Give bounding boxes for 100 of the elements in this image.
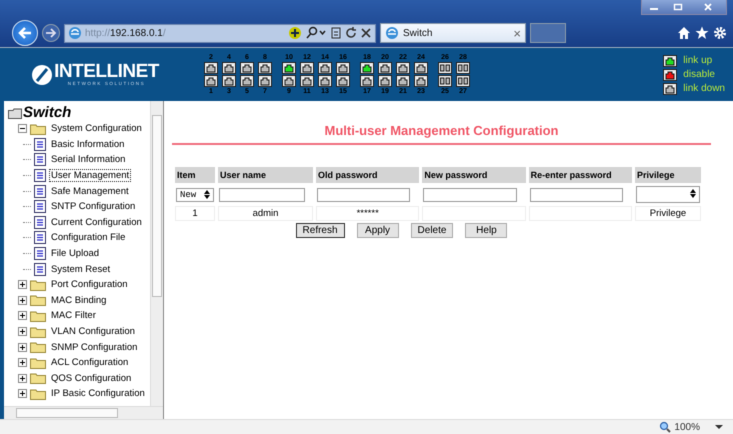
forward-button[interactable] [42,24,60,42]
tab-close-button[interactable]: × [513,26,521,40]
tree-item[interactable]: MAC Binding [49,294,108,307]
action-button[interactable]: Delete [410,223,454,238]
expand-icon[interactable] [18,389,27,398]
tree-item[interactable]: Basic Information [49,138,126,151]
action-button[interactable]: Help [465,223,508,238]
ethernet-port-icon[interactable] [378,62,392,74]
input-field[interactable] [530,188,623,202]
ethernet-port-icon[interactable] [258,75,272,87]
item-select[interactable]: New [176,188,214,202]
expand-icon[interactable] [18,280,27,290]
ethernet-port-icon[interactable] [258,62,272,74]
port-status-icon [663,82,678,94]
tree-item[interactable]: Safe Management [49,184,131,198]
vertical-scrollbar[interactable] [150,101,163,407]
ethernet-port-icon[interactable] [240,75,254,87]
ethernet-port-icon[interactable] [282,62,296,74]
input-field[interactable] [317,188,410,202]
stop-icon[interactable] [360,26,372,40]
minimize-button[interactable] [642,0,666,14]
ethernet-port-icon[interactable] [318,62,332,74]
collapse-icon[interactable] [18,124,27,134]
ethernet-port-icon[interactable] [282,75,296,87]
fiber-port-icon[interactable] [438,75,452,87]
home-icon[interactable] [677,26,691,40]
ethernet-port-icon[interactable] [300,62,314,74]
settings-icon[interactable] [713,26,727,40]
folder-icon [8,108,22,118]
address-bar[interactable]: http://192.168.0.1/ [64,24,376,42]
logo-mark-icon [31,64,54,86]
input-field[interactable] [423,188,517,202]
close-button[interactable] [690,0,726,14]
refresh-icon[interactable] [345,26,357,40]
input-field[interactable] [219,188,305,202]
tree-item[interactable]: Current Configuration [49,216,144,229]
ethernet-port-icon[interactable] [360,75,374,87]
tree-item[interactable]: SNTP Configuration [49,200,138,214]
search-icon[interactable] [305,26,327,40]
tree-item[interactable]: MAC Filter [49,309,98,322]
back-button[interactable] [12,20,38,46]
folder-icon [30,122,46,135]
legend-label: link up [683,55,712,66]
folder-icon [30,356,46,369]
ethernet-port-icon[interactable] [204,75,218,87]
expand-icon[interactable] [18,374,27,383]
expand-icon[interactable] [18,311,27,320]
tree-item[interactable]: SNMP Configuration [49,340,140,354]
column-header: Old password [316,167,420,183]
fiber-port-icon[interactable] [438,62,452,74]
expand-icon[interactable] [18,296,27,305]
zoom-icon[interactable] [659,421,672,433]
back-arrow-icon [17,26,33,40]
ethernet-port-icon[interactable] [396,62,410,74]
table-cell: Privilege [650,208,686,219]
folder-icon [30,294,46,306]
tab-title: Switch [403,28,432,38]
tree-root[interactable]: Switch [23,105,72,121]
ethernet-port-icon[interactable] [414,62,428,74]
ethernet-port-icon[interactable] [318,75,332,87]
ethernet-port-icon[interactable] [360,62,374,74]
forward-arrow-icon [45,28,57,38]
ethernet-port-icon[interactable] [336,62,350,74]
fiber-port-icon[interactable] [456,62,470,74]
expand-icon[interactable] [18,342,27,352]
ethernet-port-icon[interactable] [204,62,218,74]
tree-item[interactable]: VLAN Configuration [49,325,137,338]
dropdown-caret-icon[interactable] [715,424,723,430]
fiber-port-icon[interactable] [456,75,470,87]
action-button[interactable]: Refresh [296,223,345,238]
ethernet-port-icon[interactable] [396,75,410,87]
ethernet-port-icon[interactable] [336,75,350,87]
port-status-icon [663,68,678,80]
tree-item[interactable]: ACL Configuration [49,356,130,370]
tree-item[interactable]: System Configuration [49,122,144,136]
tree-item[interactable]: Serial Information [49,153,128,166]
document-icon [34,169,46,182]
tree-item[interactable]: Configuration File [49,231,128,244]
action-button[interactable]: Apply [356,223,399,238]
ethernet-port-icon[interactable] [300,75,314,87]
tree-item[interactable]: Port Configuration [49,278,130,292]
ethernet-port-icon[interactable] [222,75,236,87]
tree-item[interactable]: User Management [49,169,132,182]
tree-item[interactable]: QOS Configuration [49,372,134,385]
legend-label: disable [683,69,715,80]
horizontal-scrollbar[interactable] [4,406,163,419]
ethernet-port-icon[interactable] [222,62,236,74]
zoom-level[interactable]: 100% [674,422,700,432]
tree-item[interactable]: IP Basic Configuration [49,387,147,400]
expand-icon[interactable] [18,327,27,336]
ethernet-port-icon[interactable] [414,75,428,87]
ethernet-port-icon[interactable] [378,75,392,87]
star-icon[interactable] [695,26,709,40]
tree-item[interactable]: File Upload [49,247,102,260]
browser-tab[interactable]: Switch × [380,23,526,43]
privilege-select[interactable] [636,186,700,203]
ethernet-port-icon[interactable] [240,62,254,74]
tree-item[interactable]: System Reset [49,262,112,276]
maximize-icon [673,3,683,11]
expand-icon[interactable] [18,358,27,368]
